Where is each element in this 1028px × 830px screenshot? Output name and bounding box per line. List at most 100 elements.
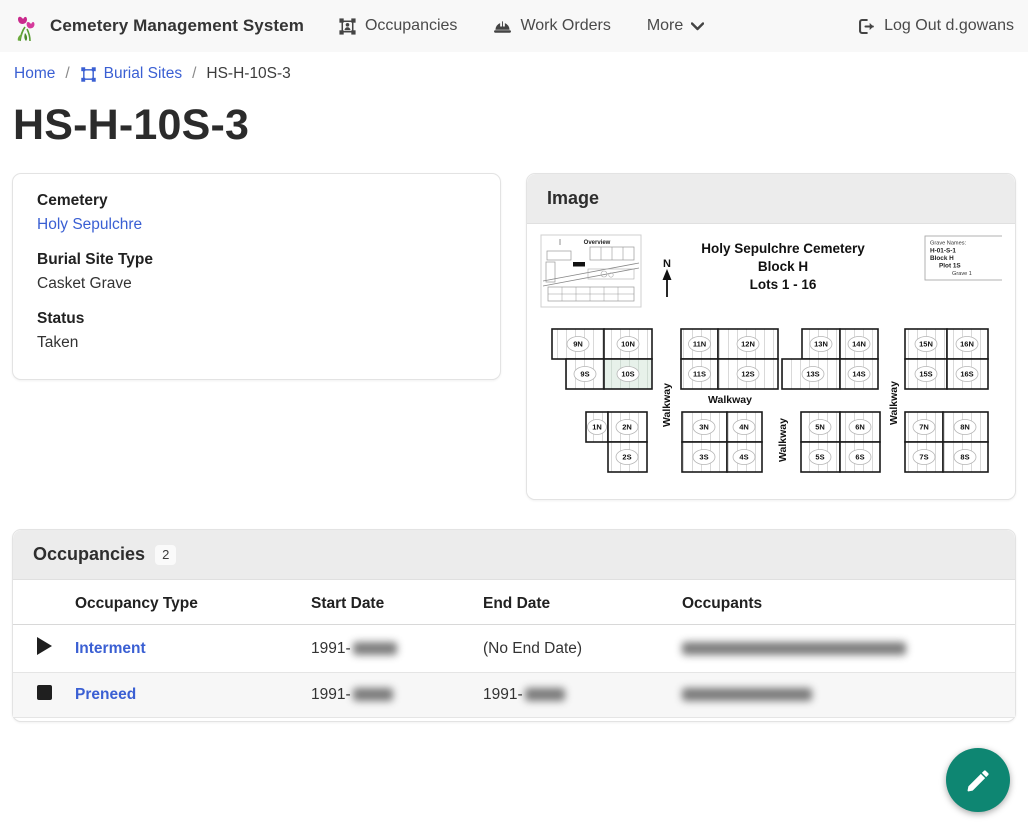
app-title: Cemetery Management System — [50, 16, 304, 36]
nav-item-occupancies[interactable]: Occupancies — [338, 17, 458, 36]
nav-item-label: Occupancies — [365, 17, 458, 35]
lot-label: 4S — [739, 453, 748, 462]
lot-label: 6S — [855, 453, 864, 462]
column-header-icon — [13, 580, 75, 625]
lot-label: 7S — [919, 453, 928, 462]
start-date: 1991- — [311, 686, 351, 703]
field-value: Casket Grave — [37, 272, 476, 296]
stop-icon — [37, 685, 52, 700]
field-label: Status — [37, 307, 476, 331]
breadcrumb-burial-sites[interactable]: Burial Sites — [80, 65, 182, 83]
table-row: Preneed 1991- 1991- — [13, 673, 1015, 718]
pencil-icon — [965, 767, 992, 794]
field-label: Burial Site Type — [37, 248, 476, 272]
lot-label: 2S — [622, 453, 631, 462]
page-title: HS-H-10S-3 — [0, 93, 1028, 150]
lot-label: 13S — [806, 370, 819, 379]
nav-item-more[interactable]: More — [647, 17, 704, 35]
lot-label: 3N — [699, 423, 709, 432]
walkway-label: Walkway — [777, 418, 789, 462]
lot-label: 11N — [693, 340, 706, 349]
occupancies-icon — [338, 17, 357, 36]
lot-label: 14N — [852, 340, 866, 349]
hard-hat-icon — [493, 18, 512, 35]
occupancy-type-link[interactable]: Preneed — [75, 686, 136, 703]
north-arrow: N — [663, 258, 672, 297]
occupancies-table: Occupancy Type Start Date End Date Occup… — [13, 580, 1015, 718]
logout-icon — [856, 17, 875, 36]
lot-label: 10N — [621, 340, 635, 349]
overview-label: Overview — [584, 240, 611, 246]
breadcrumb-burial-sites-label: Burial Sites — [104, 65, 182, 83]
end-date: 1991- — [483, 686, 523, 703]
lot-label: 9S — [580, 370, 589, 379]
burial-site-details-card: Cemetery Holy Sepulchre Burial Site Type… — [12, 173, 501, 380]
lot-label: 9N — [573, 340, 583, 349]
occupancies-title: Occupancies — [33, 544, 145, 565]
breadcrumb: Home / Burial Sites / HS-H-10S-3 — [0, 52, 1028, 93]
lot-label: 5S — [815, 453, 824, 462]
navbar-menu: Occupancies Work Orders More — [338, 17, 848, 36]
lot-label: 13N — [814, 340, 828, 349]
redacted-value — [353, 642, 397, 655]
breadcrumb-separator: / — [65, 65, 69, 83]
lot-label: 3S — [699, 453, 708, 462]
chevron-down-icon — [691, 22, 704, 31]
column-header: Start Date — [311, 580, 483, 625]
redacted-value — [525, 688, 565, 701]
lot-label: 14S — [852, 370, 865, 379]
map-title-line1: Holy Sepulchre Cemetery — [701, 241, 865, 256]
card-bottom-padding — [13, 718, 1015, 721]
lot-label: 2N — [622, 423, 632, 432]
column-header: Occupants — [682, 580, 1015, 625]
map-title: Holy Sepulchre Cemetery Block H Lots 1 -… — [701, 241, 865, 292]
image-card-title: Image — [547, 188, 599, 209]
image-card-header: Image — [527, 174, 1015, 224]
legend-heading: Grave Names: — [930, 241, 967, 247]
lot-label: 12S — [741, 370, 754, 379]
lot-label: 8S — [960, 453, 969, 462]
nav-item-work-orders[interactable]: Work Orders — [493, 17, 610, 35]
field-cemetery: Cemetery Holy Sepulchre — [37, 189, 476, 237]
nav-item-label: Work Orders — [520, 17, 610, 35]
lot-label: 8N — [960, 423, 970, 432]
image-card-body: Overview — [527, 224, 1015, 499]
cemetery-block-map: Overview — [540, 231, 1002, 481]
lot-label: 16N — [960, 340, 974, 349]
vector-square-icon — [80, 66, 97, 83]
lot-label: 11S — [693, 370, 706, 379]
grave-names-legend: Grave Names: H-01-S-1 Block H Plot 1S Gr… — [925, 236, 1002, 280]
table-row: Interment 1991- (No End Date) — [13, 625, 1015, 673]
legend-block: Block H — [930, 255, 954, 262]
breadcrumb-home[interactable]: Home — [14, 65, 55, 83]
lot-label: 4N — [739, 423, 749, 432]
lot-label: 6N — [855, 423, 865, 432]
lot-label: 16S — [960, 370, 973, 379]
walkway-label: Walkway — [708, 394, 752, 406]
content-row: Cemetery Holy Sepulchre Burial Site Type… — [0, 173, 1028, 500]
occupancies-header: Occupancies 2 — [13, 530, 1015, 580]
start-date: 1991- — [311, 640, 351, 657]
column-header: Occupancy Type — [75, 580, 311, 625]
tulip-logo-icon — [14, 10, 41, 42]
nav-item-label: More — [647, 17, 683, 35]
redacted-value — [682, 688, 812, 701]
walkway-label: Walkway — [661, 383, 673, 427]
lot-label: 15N — [919, 340, 933, 349]
status-value: Taken — [37, 331, 476, 355]
occupancies-card: Occupancies 2 Occupancy Type Start Date … — [12, 529, 1016, 722]
edit-fab-button[interactable] — [946, 748, 1010, 812]
cemetery-link[interactable]: Holy Sepulchre — [37, 216, 142, 233]
column-header: End Date — [483, 580, 682, 625]
lot-label: 12N — [741, 340, 755, 349]
map-title-line2: Block H — [758, 259, 808, 274]
occupancy-type-link[interactable]: Interment — [75, 640, 146, 657]
lot-label: 1N — [592, 423, 602, 432]
logout-button[interactable]: Log Out d.gowans — [856, 17, 1014, 36]
north-label: N — [663, 258, 671, 270]
field-status: Status Taken — [37, 307, 476, 355]
overview-inset: Overview — [541, 235, 641, 307]
navbar-brand[interactable]: Cemetery Management System — [14, 10, 304, 42]
breadcrumb-current: HS-H-10S-3 — [206, 65, 290, 83]
walkway-label: Walkway — [888, 381, 900, 425]
